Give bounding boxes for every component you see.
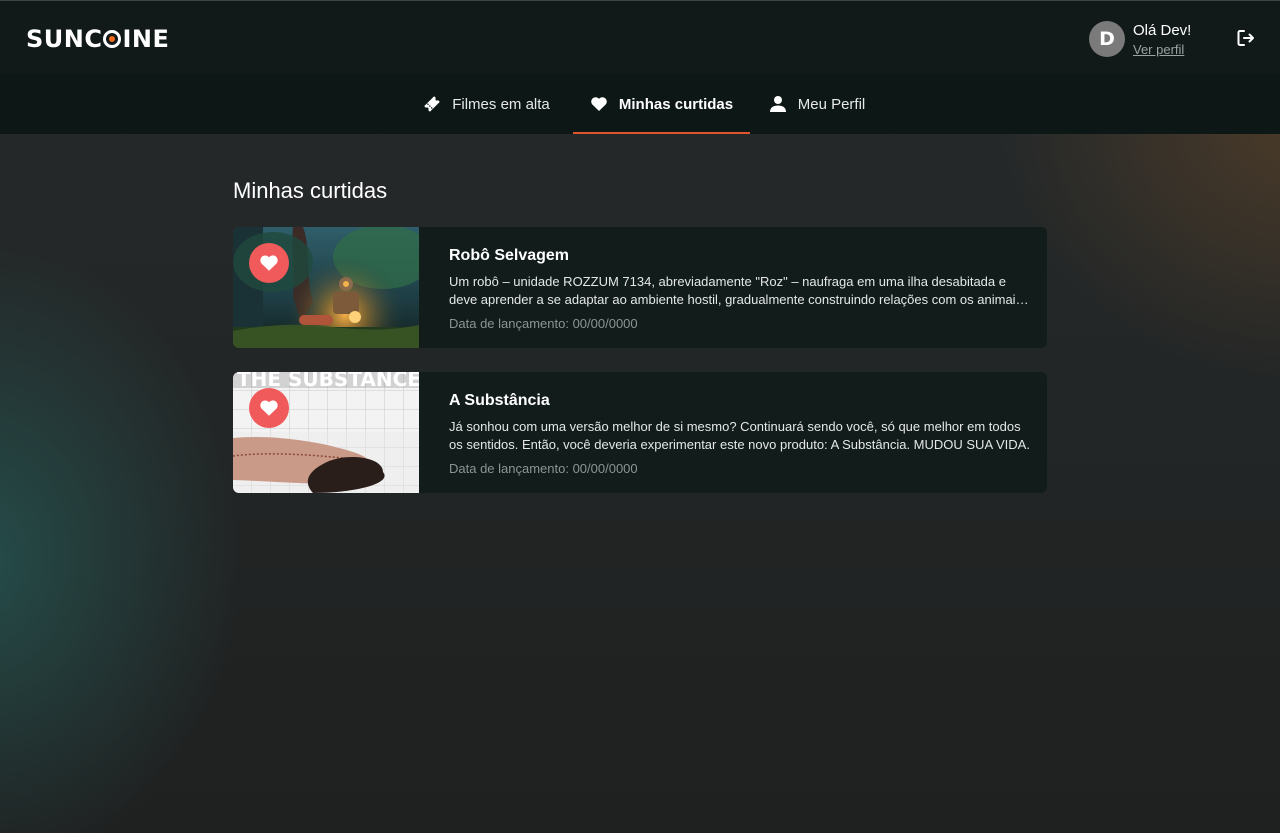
avatar[interactable]: D [1089,21,1125,57]
logo-text-start: SUNC [26,25,103,53]
release-date: Data de lançamento: 00/00/0000 [449,461,638,476]
user-menu[interactable]: D Olá Dev! Ver perfil [1089,19,1191,59]
tab-trending[interactable]: Filmes em alta [405,74,568,134]
movie-card[interactable]: Robô Selvagem Um robô – unidade ROZZUM 7… [233,227,1047,348]
movie-card[interactable]: THE SUBSTANCE A Substância Já sonhou com… [233,372,1047,493]
logout-icon[interactable] [1236,28,1256,48]
unlike-button[interactable] [249,243,289,283]
ticket-icon [424,96,441,112]
main-nav: Filmes em alta Minhas curtidas Meu Perfi… [0,74,1280,134]
view-profile-link[interactable]: Ver perfil [1133,42,1191,57]
release-date: Data de lançamento: 00/00/0000 [449,316,638,331]
user-greeting: Olá Dev! [1133,21,1192,39]
movie-title: Robô Selvagem [449,247,570,264]
movie-poster[interactable]: THE SUBSTANCE [233,372,419,493]
movie-description: Um robô – unidade ROZZUM 7134, abreviada… [449,274,1023,307]
user-info: Olá Dev! Ver perfil [1133,22,1191,57]
logo[interactable]: SUNC INE [26,25,169,53]
logo-text-end: INE [122,25,170,53]
heart-icon [260,255,278,271]
tab-liked[interactable]: Minhas curtidas [573,74,750,134]
movie-title: A Substância [449,392,550,409]
tab-profile-label: Meu Perfil [797,95,866,113]
movie-poster[interactable] [233,227,419,348]
movie-info: Robô Selvagem Um robô – unidade ROZZUM 7… [449,245,1033,333]
tab-profile[interactable]: Meu Perfil [757,74,877,134]
page-title: Minhas curtidas [233,178,388,203]
logo-o-mark [103,30,122,48]
movie-info: A Substância Já sonhou com uma versão me… [449,390,1033,478]
unlike-button[interactable] [249,388,289,428]
tab-liked-label: Minhas curtidas [618,95,734,113]
heart-icon [591,97,607,111]
user-icon [769,96,786,112]
movie-description: Já sonhou com uma versão melhor de si me… [449,419,1030,452]
top-bar: SUNC INE D Olá Dev! Ver perfil [0,0,1280,74]
tab-trending-label: Filmes em alta [452,95,550,113]
heart-icon [260,400,278,416]
